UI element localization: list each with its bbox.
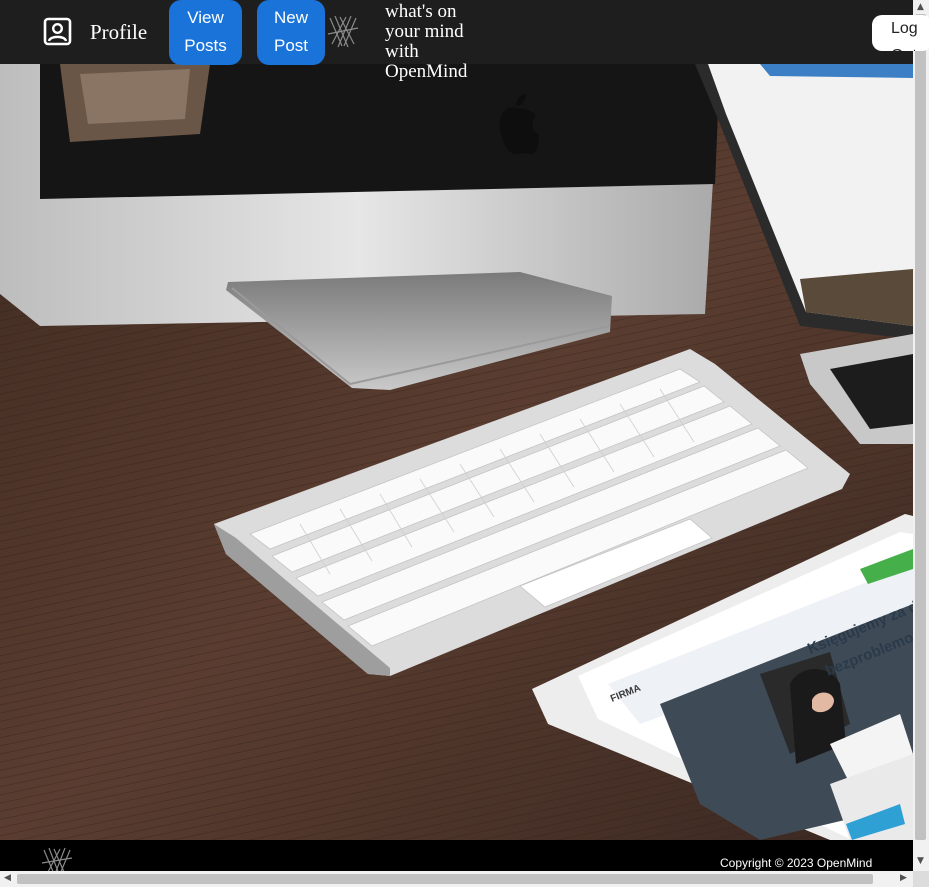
- vertical-scroll-thumb[interactable]: [915, 14, 926, 840]
- profile-link[interactable]: Profile: [90, 20, 147, 45]
- scroll-up-arrow-icon[interactable]: ▲: [917, 2, 924, 12]
- copyright-text: Copyright © 2023 OpenMind: [720, 856, 873, 870]
- horizontal-scrollbar[interactable]: ◀ ▶: [0, 871, 913, 887]
- openmind-logo-icon: [41, 847, 73, 874]
- horizontal-scroll-thumb[interactable]: [17, 874, 873, 884]
- logout-button[interactable]: Log Out: [872, 15, 929, 51]
- footer: Copyright © 2023 OpenMind: [0, 840, 913, 874]
- top-navbar: Profile View Posts New Post what's on yo…: [0, 0, 929, 82]
- profile-icon[interactable]: [43, 17, 72, 46]
- hero-background-image: Księgujemy za d bezproblemo FIRMA: [0, 64, 913, 840]
- scrollbar-corner: [913, 871, 929, 887]
- scroll-right-arrow-icon[interactable]: ▶: [900, 873, 907, 883]
- openmind-logo-icon: [327, 15, 359, 48]
- new-post-button[interactable]: New Post: [257, 0, 325, 65]
- tagline-text: what's on your mind with OpenMind: [385, 1, 468, 82]
- view-posts-button[interactable]: View Posts: [169, 0, 242, 65]
- vertical-scrollbar[interactable]: ▲ ▼: [913, 0, 929, 871]
- scroll-left-arrow-icon[interactable]: ◀: [4, 873, 11, 883]
- scroll-down-arrow-icon[interactable]: ▼: [917, 856, 924, 866]
